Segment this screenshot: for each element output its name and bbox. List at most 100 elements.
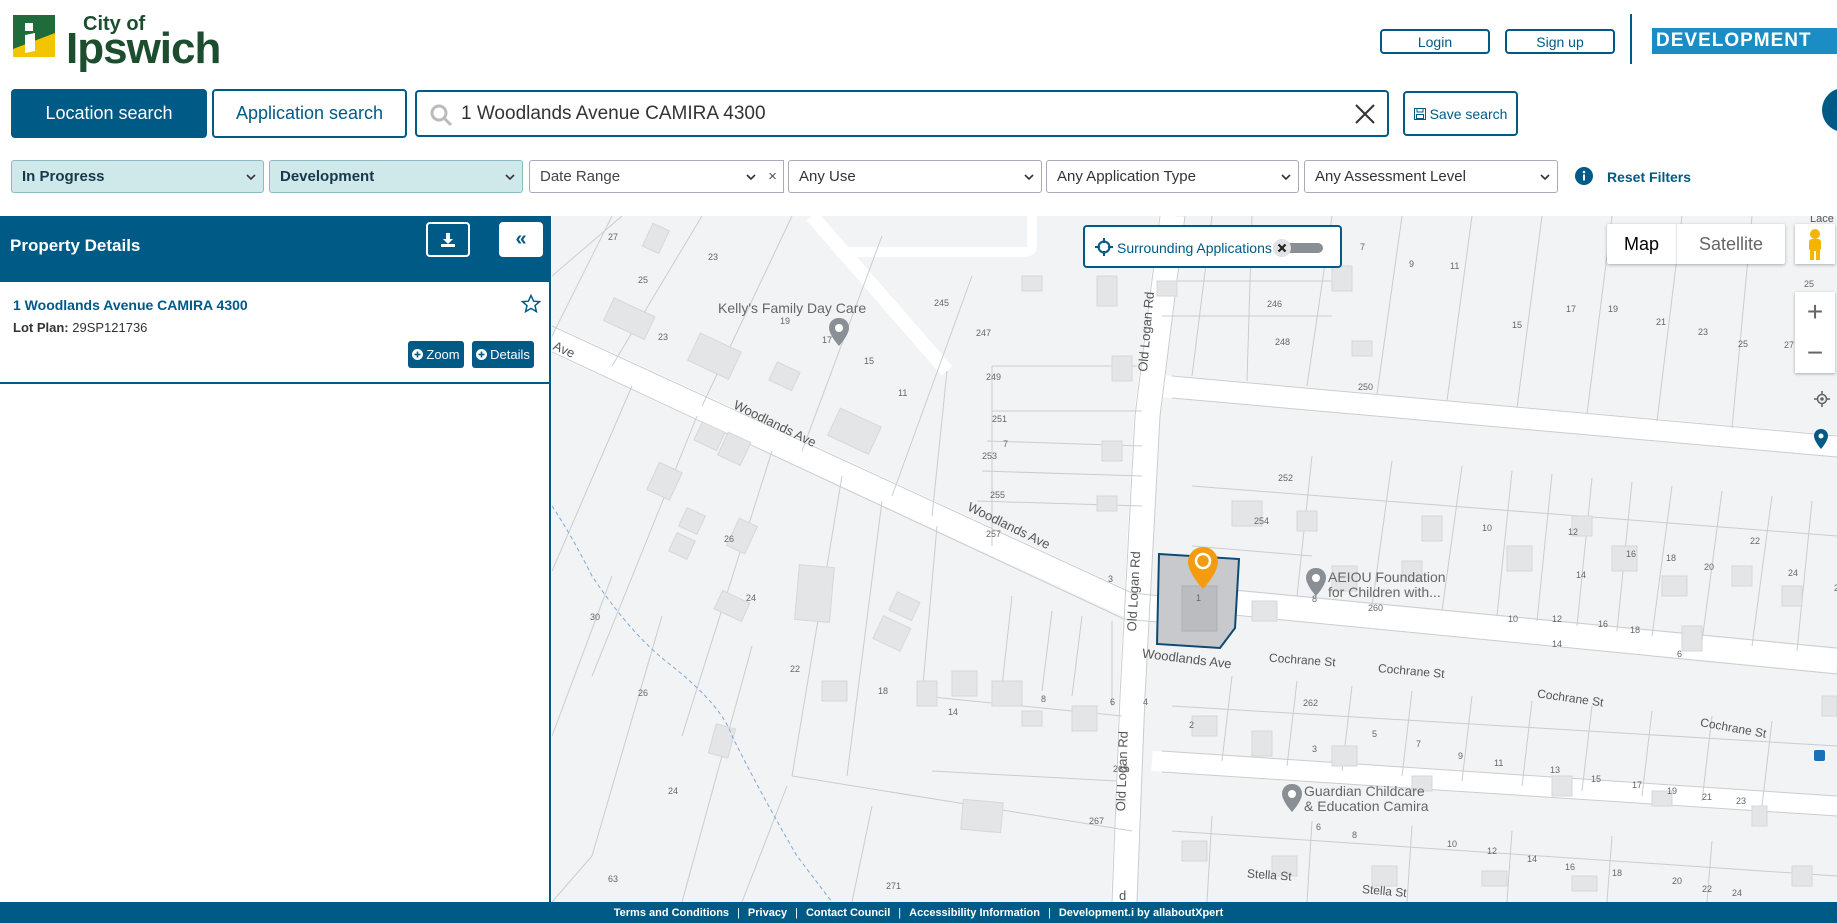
city-of-ipswich-logo[interactable]: City of Ipswich	[13, 13, 221, 71]
lot-number: 19	[780, 316, 791, 326]
my-location-icon[interactable]	[1814, 391, 1830, 407]
lot-number: 14	[1552, 639, 1563, 649]
zoom-out-button[interactable]: −	[1795, 333, 1835, 373]
lot-number: 246	[1267, 299, 1283, 309]
selected-location-marker-icon[interactable]	[1188, 547, 1218, 589]
application-type-filter-select[interactable]: Any Application Type	[1046, 160, 1299, 193]
lot-number: 24	[746, 593, 757, 603]
lot-number: 17	[822, 335, 833, 345]
privacy-link[interactable]: Privacy	[748, 907, 787, 919]
reset-filters-link[interactable]: Reset Filters	[1607, 169, 1691, 185]
lot-number: 14	[948, 707, 959, 717]
lot-number: 15	[1512, 320, 1523, 330]
poi-marker-icon[interactable]	[1306, 568, 1326, 596]
lot-number: 16	[1565, 862, 1576, 872]
lot-number: 265	[1113, 764, 1129, 774]
map-canvas[interactable]: s Ave Woodlands Ave Woodlands Ave Woodla…	[552, 216, 1837, 902]
lot-number: 23	[1736, 796, 1747, 806]
terms-link[interactable]: Terms and Conditions	[614, 907, 729, 919]
lot-number: 10	[1447, 839, 1458, 849]
ipswich-i-icon	[13, 15, 55, 57]
save-search-button[interactable]: Save search	[1403, 91, 1518, 136]
poi-label[interactable]: Guardian Childcare & Education Camira	[1304, 784, 1429, 814]
lot-number: 254	[1254, 516, 1270, 526]
zoom-in-button[interactable]: +	[1795, 292, 1835, 332]
footer-separator: |	[1047, 906, 1051, 919]
search-row: Location search Application search Save …	[0, 88, 1837, 140]
lot-number: 9	[1409, 259, 1415, 269]
logo-ipswich: Ipswich	[66, 24, 221, 73]
property-card: 1 Woodlands Avenue CAMIRA 4300 Lot Plan:…	[0, 282, 549, 384]
download-icon	[441, 232, 455, 247]
lot-plan-value: 29SP121736	[72, 320, 148, 335]
status-filter-select[interactable]: In Progress	[11, 160, 264, 193]
street-label: d	[1119, 888, 1127, 902]
signup-button[interactable]: Sign up	[1505, 29, 1615, 54]
poi-label[interactable]: Kelly's Family Day Care	[718, 301, 866, 316]
collapse-panel-button[interactable]: «	[499, 222, 543, 257]
map-type-satellite-button[interactable]: Satellite	[1677, 224, 1785, 264]
lot-number: 7	[1416, 739, 1422, 749]
dev-logo-text: DEVELOPMENT	[1656, 30, 1812, 51]
lot-number: 23	[1698, 327, 1709, 337]
crosshair-icon	[1095, 238, 1113, 256]
lot-number: 26	[638, 688, 649, 698]
lot-number: 25	[1738, 339, 1749, 349]
vendor-link[interactable]: Development.i by allaboutXpert	[1059, 907, 1223, 919]
lot-number: 6	[1110, 697, 1116, 707]
accessibility-link[interactable]: Accessibility Information	[909, 907, 1040, 919]
date-range-clear-button[interactable]: ×	[762, 160, 784, 193]
lot-number: 12	[1568, 527, 1579, 537]
star-favourite-icon[interactable]	[521, 294, 541, 314]
development-i-logo[interactable]: DEVELOPMENT	[1652, 28, 1837, 54]
login-button[interactable]: Login	[1380, 29, 1490, 54]
lot-number: 18	[1630, 625, 1641, 635]
pegman-icon	[1809, 229, 1821, 260]
lot-number: 14	[1527, 854, 1538, 864]
details-button[interactable]: Details	[472, 341, 534, 368]
lot-number: 247	[976, 328, 992, 338]
assessment-level-filter-select[interactable]: Any Assessment Level	[1304, 160, 1558, 193]
street-view-pegman[interactable]	[1795, 224, 1835, 264]
zoom-button[interactable]: Zoom	[408, 341, 464, 368]
search-input[interactable]	[461, 100, 1311, 128]
help-circle-button[interactable]	[1822, 88, 1837, 132]
map-pin-icon[interactable]	[1814, 429, 1828, 449]
lot-number: 27	[608, 232, 619, 242]
poi-label[interactable]: AEIOU Foundation for Children with...	[1328, 570, 1446, 600]
lot-number: 24	[1788, 568, 1799, 578]
surrounding-applications-label: Surrounding Applications	[1117, 240, 1272, 256]
chevron-down-icon	[246, 174, 256, 181]
footer: Terms and Conditions | Privacy | Contact…	[0, 902, 1837, 923]
surrounding-toggle-switch[interactable]	[1273, 239, 1325, 257]
lot-number: 24	[1732, 888, 1743, 898]
lot-number: 30	[590, 612, 601, 622]
lot-number: 7	[1360, 242, 1366, 252]
surrounding-applications-control[interactable]: Surrounding Applications	[1083, 225, 1342, 268]
lot-number: 20	[1672, 876, 1683, 886]
lot-number: 11	[1450, 261, 1460, 271]
type-filter-select[interactable]: Development	[269, 160, 523, 193]
type-filter-value: Development	[280, 168, 375, 185]
lot-number: 11	[1494, 758, 1504, 768]
contact-council-link[interactable]: Contact Council	[806, 907, 890, 919]
lot-number: 250	[1358, 382, 1374, 392]
header: City of Ipswich Login Sign up DEVELOPMEN…	[0, 0, 1837, 80]
plus-circle-icon	[476, 349, 488, 360]
download-button[interactable]	[426, 222, 470, 257]
poi-marker-icon[interactable]	[1282, 784, 1302, 812]
tab-application-search[interactable]: Application search	[212, 89, 407, 138]
clear-search-icon[interactable]	[1353, 102, 1377, 126]
lot-number: 4	[1143, 697, 1149, 707]
chevron-down-icon	[746, 174, 756, 181]
lot-number: 16	[1626, 549, 1637, 559]
lot-number: 21	[1702, 792, 1713, 802]
tab-location-search[interactable]: Location search	[11, 89, 207, 138]
info-icon[interactable]	[1575, 167, 1593, 185]
date-range-filter[interactable]: Date Range	[529, 160, 764, 193]
lot-number: 267	[1089, 816, 1105, 826]
property-address-link[interactable]: 1 Woodlands Avenue CAMIRA 4300	[13, 297, 248, 313]
use-filter-select[interactable]: Any Use	[788, 160, 1042, 193]
lot-number: 260	[1368, 603, 1384, 613]
map-type-map-button[interactable]: Map	[1607, 224, 1677, 264]
